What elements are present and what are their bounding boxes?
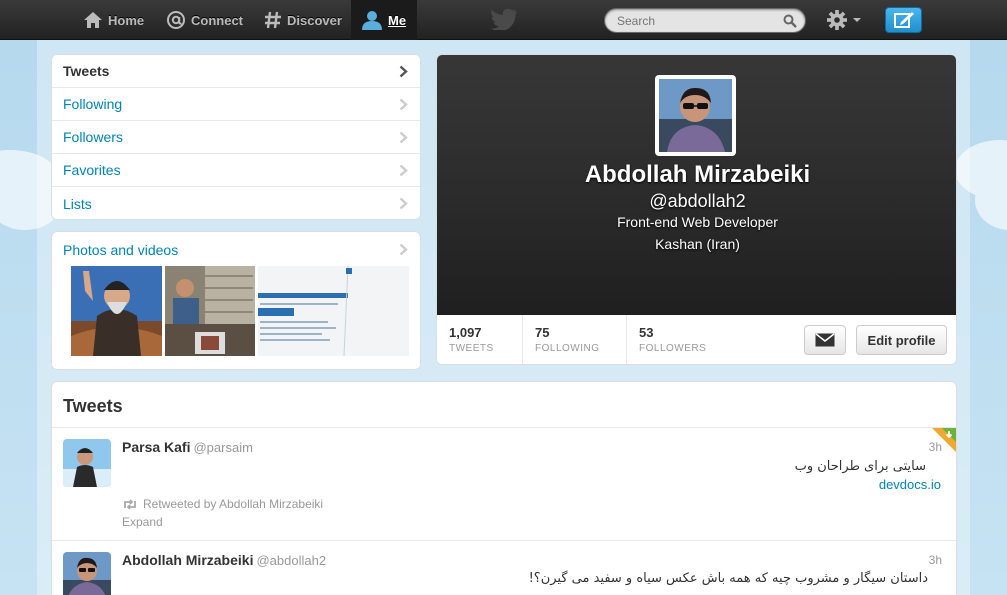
profile-avatar[interactable] <box>655 75 736 156</box>
profile-card: Abdollah Mirzabeiki @abdollah2 Front-end… <box>436 54 957 365</box>
tweet-link[interactable]: devdocs.io <box>879 477 941 492</box>
profile-name: Abdollah Mirzabeiki <box>584 161 811 188</box>
photos-videos-link[interactable]: Photos and videos <box>63 242 178 258</box>
twitter-bird-icon <box>490 8 517 30</box>
caret-down-icon <box>853 18 861 22</box>
chevron-right-icon <box>399 164 408 177</box>
photo-thumbnail[interactable] <box>71 266 162 356</box>
nav-me[interactable]: Me <box>351 0 417 40</box>
chevron-right-icon <box>399 65 408 78</box>
search-box[interactable] <box>604 8 806 33</box>
dash-item-followers[interactable]: Followers <box>52 121 420 154</box>
chevron-right-icon <box>399 197 408 210</box>
tweet-text: سایتی برای طراحان وب <box>794 459 926 474</box>
chevron-right-icon <box>399 131 408 144</box>
search-input[interactable] <box>605 9 775 32</box>
photo-thumbnail[interactable] <box>258 266 409 356</box>
photo-thumbnail[interactable] <box>165 266 255 356</box>
retweeted-by: Retweeted by Abdollah Mirzabeiki <box>122 497 323 511</box>
profile-header: Abdollah Mirzabeiki @abdollah2 Front-end… <box>437 55 956 315</box>
tweet-item[interactable]: Abdollah Mirzabeiki @abdollah2 3h داستان … <box>52 541 956 595</box>
nav-connect[interactable]: Connect <box>166 0 243 40</box>
tweets-stream: Tweets Parsa Kafi @parsaim 3h سایتی برای … <box>51 381 957 595</box>
search-icon[interactable] <box>783 14 797 28</box>
tweet-time[interactable]: 3h <box>929 440 942 454</box>
photos-videos-module: Photos and videos <box>51 231 421 370</box>
expand-link[interactable]: Expand <box>122 515 163 529</box>
chevron-right-icon <box>399 98 408 111</box>
dash-item-tweets[interactable]: Tweets <box>52 55 420 88</box>
tweet-text: داستان سیگار و مشروب چیه که همه باش عکس … <box>528 571 928 586</box>
nav-home[interactable]: Home <box>83 0 144 40</box>
chevron-right-icon <box>399 243 408 256</box>
top-navigation-bar: Home Connect Discover Me <box>0 0 1007 40</box>
stat-tweets[interactable]: 1,097 TWEETS <box>437 315 523 364</box>
profile-handle: @abdollah2 <box>649 191 746 211</box>
envelope-icon <box>815 333 835 347</box>
tweet-avatar[interactable] <box>63 439 111 487</box>
dash-item-following[interactable]: Following <box>52 88 420 121</box>
stat-followers[interactable]: 53 FOLLOWERS <box>627 315 737 364</box>
compose-icon <box>893 12 914 28</box>
stat-following[interactable]: 75 FOLLOWING <box>523 315 627 364</box>
stream-title: Tweets <box>63 396 123 416</box>
tweet-author[interactable]: Parsa Kafi @parsaim <box>122 439 253 455</box>
dash-item-lists[interactable]: Lists <box>52 187 420 219</box>
retweet-icon <box>124 498 136 510</box>
tweet-item[interactable]: Parsa Kafi @parsaim 3h سایتی برای طراحان … <box>52 428 956 541</box>
gear-icon <box>827 10 847 30</box>
profile-location: Kashan (Iran) <box>655 236 740 252</box>
user-icon <box>362 11 382 30</box>
hashtag-icon <box>265 11 281 29</box>
at-icon <box>167 11 185 29</box>
message-button[interactable] <box>804 325 846 355</box>
tweet-time[interactable]: 3h <box>929 553 942 567</box>
profile-bio: Front-end Web Developer <box>617 214 778 230</box>
nav-discover[interactable]: Discover <box>264 0 342 40</box>
home-icon <box>84 12 102 28</box>
settings-menu-button[interactable] <box>826 9 866 31</box>
tweet-author[interactable]: Abdollah Mirzabeiki @abdollah2 <box>122 552 326 568</box>
profile-navigation: Tweets Following Followers Favorites Lis… <box>51 54 421 220</box>
dash-item-favorites[interactable]: Favorites <box>52 154 420 187</box>
edit-profile-button[interactable]: Edit profile <box>856 325 947 355</box>
tweet-avatar[interactable] <box>63 552 111 595</box>
compose-tweet-button[interactable] <box>885 7 922 33</box>
